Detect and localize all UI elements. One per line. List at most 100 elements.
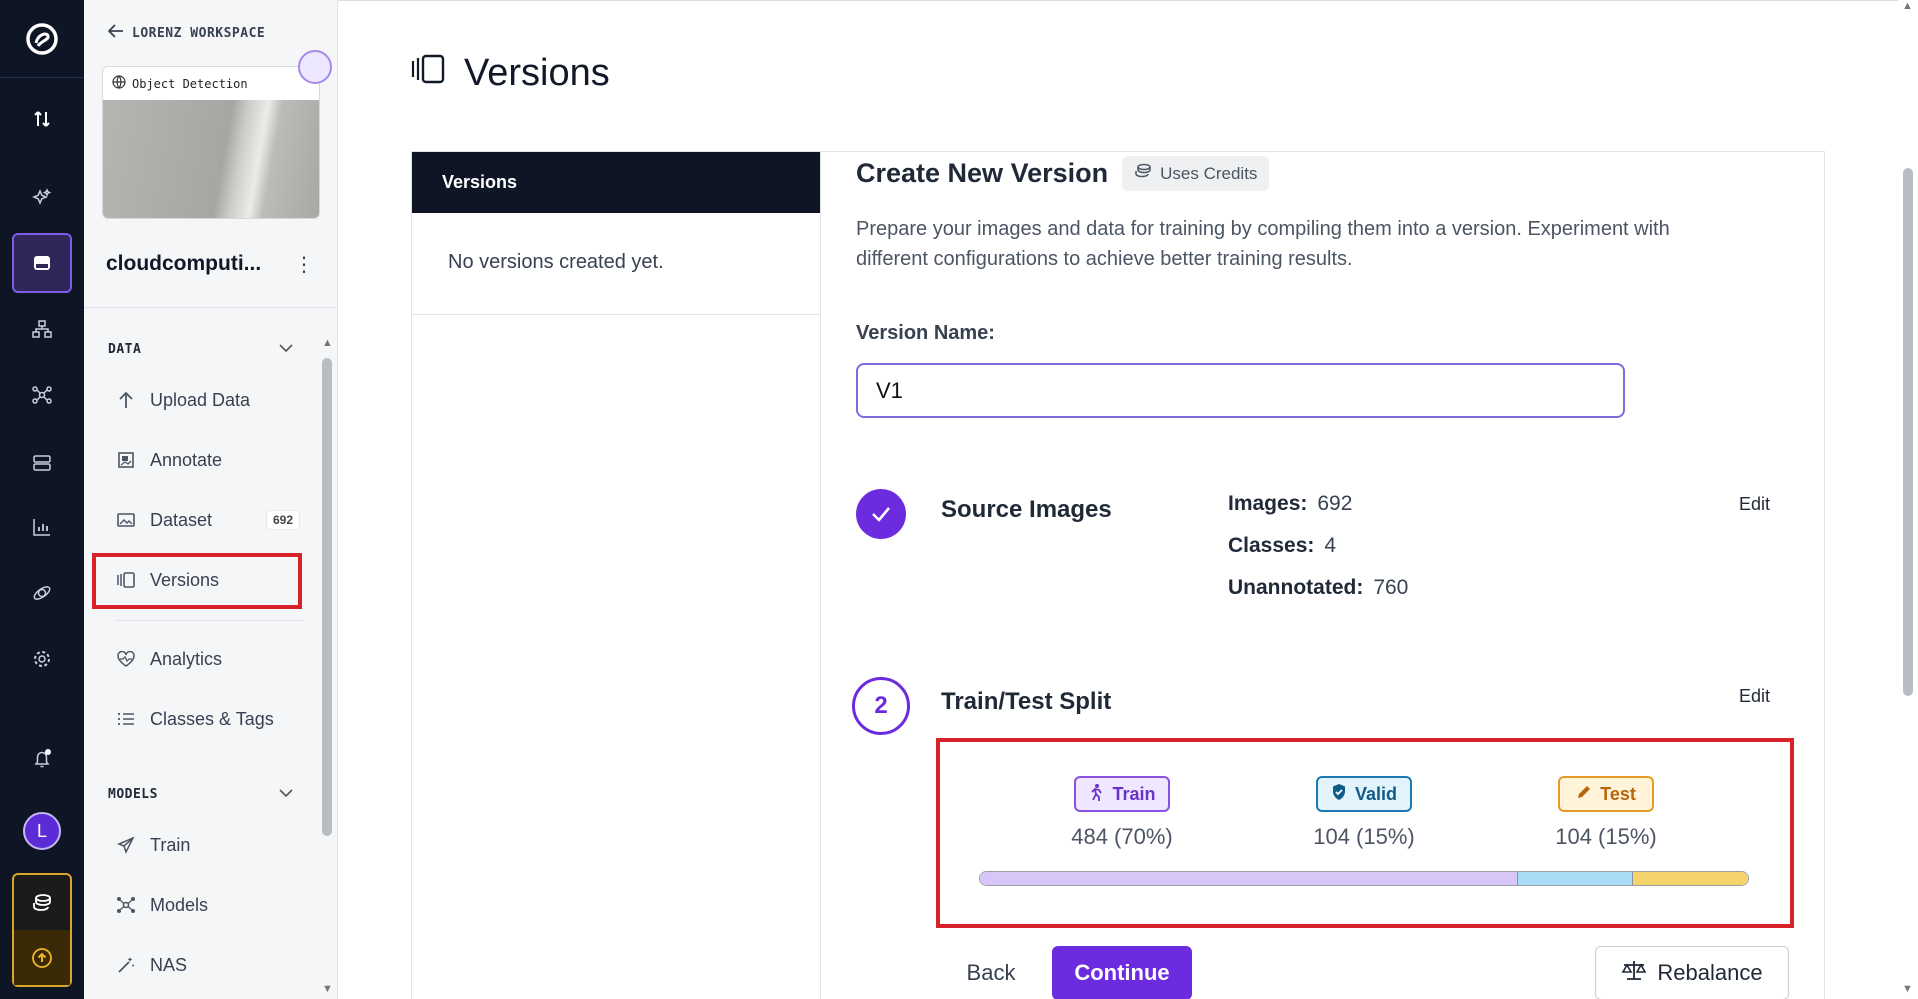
pencil-icon [1576,784,1592,805]
sidebar-item-label: Classes & Tags [150,708,274,729]
split-bar [979,871,1749,886]
split-step-number: 2 [852,677,910,735]
images-stat-label: Images: [1228,492,1308,515]
credits-upgrade-widget[interactable] [12,873,72,987]
rail-projects-button[interactable] [0,233,84,293]
annotate-icon [116,450,136,470]
arrow-left-icon [107,24,124,42]
sidebar-item-nas[interactable]: NAS [116,947,306,983]
classes-stat: Classes: 4 [1228,534,1336,558]
models-section-chevron-down-icon[interactable] [278,785,294,801]
main-scrollbar[interactable]: ▲ ▼ [1898,0,1918,999]
split-title: Train/Test Split [941,688,1112,715]
send-icon [116,835,136,855]
nodes-icon [116,895,136,915]
sidebar-item-label: Upload Data [150,389,251,410]
back-to-workspace-link[interactable]: LORENZ WORKSPACE [107,24,266,42]
notification-bell-icon[interactable] [0,737,84,781]
versions-empty-state: No versions created yet. [448,251,664,273]
rebalance-button[interactable]: Rebalance [1595,946,1789,999]
version-name-label: Version Name: [856,322,995,344]
sidebar-item-train[interactable]: Train [116,827,306,863]
version-name-input[interactable] [856,363,1625,418]
sidebar-item-label: Analytics [150,648,223,669]
project-sidebar: LORENZ WORKSPACE Object Detection cloudc… [84,0,338,999]
satellite-icon[interactable] [0,571,84,615]
main-scroll-down-icon[interactable]: ▼ [1902,983,1913,995]
create-version-description: Prepare your images and data for trainin… [856,218,1670,270]
sidebar-item-label: Models [150,894,209,915]
project-thumbnail [103,100,319,218]
continue-button[interactable]: Continue [1052,946,1192,999]
project-card[interactable]: Object Detection [102,66,320,219]
unannotated-stat: Unannotated: 760 [1228,576,1408,600]
inbox-icon [12,233,72,293]
valid-tag-label: Valid [1354,783,1398,804]
data-section-chevron-down-icon[interactable] [278,340,294,356]
train-tag-label: Train [1112,783,1156,804]
models-section-header: MODELS [108,787,158,802]
credits-stack-icon[interactable] [14,875,70,930]
classes-stat-label: Classes: [1228,534,1315,557]
chart-icon[interactable] [0,505,84,549]
network-icon[interactable] [0,373,84,417]
sidebar-scrollbar-thumb[interactable] [322,358,332,836]
rebalance-label: Rebalance [1657,960,1763,985]
main-scroll-up-icon[interactable]: ▲ [1902,0,1913,12]
page-title: Versions [410,52,610,95]
sidebar-item-label: Dataset [150,509,213,530]
sidebar-item-dataset[interactable]: Dataset 692 [116,502,306,538]
image-icon [116,510,136,530]
project-status-dot [298,50,332,84]
credits-stack-icon [1134,162,1152,185]
split-edit-button[interactable]: Edit [1739,686,1770,707]
split-bar-train-segment [980,872,1518,885]
sidebar-item-analytics[interactable]: Analytics [116,641,306,677]
list-icon [116,709,136,729]
dataset-count-badge: 692 [265,510,300,530]
source-images-edit-button[interactable]: Edit [1739,494,1770,515]
sidebar-item-label: Annotate [150,449,223,470]
source-images-title: Source Images [941,496,1112,523]
split-bar-valid-segment [1517,872,1633,885]
shield-check-icon [1331,783,1347,806]
test-tag: Test [1558,776,1654,812]
upgrade-icon[interactable] [14,930,70,985]
sparkle-icon[interactable] [0,176,84,220]
main-scrollbar-thumb[interactable] [1903,168,1913,696]
train-count: 484 (70%) [1071,824,1173,849]
sidebar-item-label: Train [150,834,191,855]
test-count: 104 (15%) [1555,824,1657,849]
workspace-name: LORENZ WORKSPACE [132,25,266,41]
hierarchy-icon[interactable] [0,307,84,351]
sidebar-item-models[interactable]: Models [116,887,306,923]
project-name: cloudcomputi... [106,252,262,275]
create-version-header: Create New Version Uses Credits [856,156,1270,191]
uses-credits-badge: Uses Credits [1122,156,1270,191]
sidebar-scroll-up-icon[interactable]: ▲ [322,337,333,349]
server-icon[interactable] [0,441,84,485]
upload-arrow-icon [116,390,136,410]
sidebar-item-annotate[interactable]: Annotate [116,442,306,478]
sidebar-item-label: NAS [150,954,188,975]
wand-icon [116,955,136,975]
versions-list: Versions No versions created yet. [411,151,821,315]
back-button[interactable]: Back [958,946,1024,999]
top-border [338,0,1918,1]
train-tag: Train [1074,776,1170,812]
sidebar-item-classes-tags[interactable]: Classes & Tags [116,701,306,737]
app-logo-icon[interactable] [0,0,84,78]
user-avatar[interactable]: L [23,812,61,850]
sort-arrows-icon[interactable] [0,97,84,141]
images-stat: Images: 692 [1228,492,1352,516]
settings-gear-icon[interactable] [0,637,84,681]
sidebar-scroll-down-icon[interactable]: ▼ [322,983,333,995]
project-type-label: Object Detection [132,76,248,91]
valid-tag: Valid [1316,776,1412,812]
data-section-header: DATA [108,342,142,357]
versions-icon [410,52,446,95]
sidebar-item-upload-data[interactable]: Upload Data [116,382,306,418]
app-rail: L [0,0,84,999]
versions-highlight-box [92,553,302,609]
project-menu-kebab-icon[interactable]: ⋮ [294,252,314,277]
